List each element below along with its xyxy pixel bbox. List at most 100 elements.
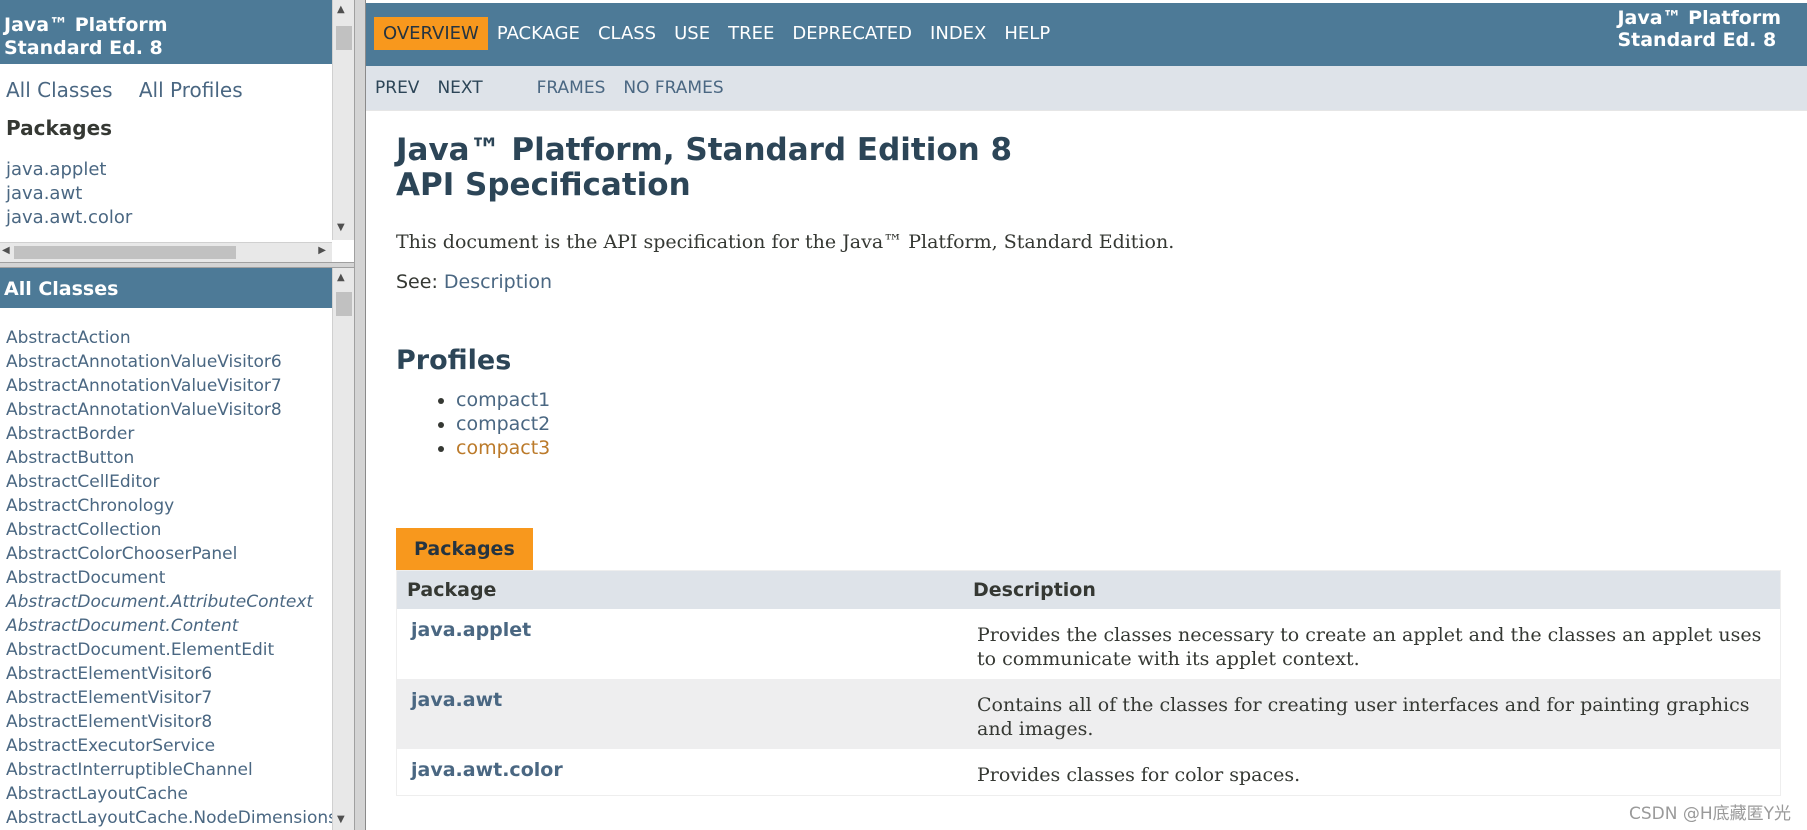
next-link: NEXT: [437, 78, 483, 98]
packages-table-caption: Packages: [396, 528, 533, 570]
profile-item: compact1: [456, 388, 1807, 412]
nav-item-class[interactable]: CLASS: [589, 17, 665, 50]
packages-table-body: java.applet Provides the classes necessar…: [396, 609, 1781, 796]
nav-item-package[interactable]: PACKAGE: [488, 17, 589, 50]
class-link[interactable]: AbstractDocument.ElementEdit: [6, 638, 348, 662]
page-title-line-1: Java™ Platform, Standard Edition 8: [396, 132, 1013, 168]
nav-item-use[interactable]: USE: [665, 17, 719, 50]
package-name-cell: java.applet: [397, 609, 964, 679]
class-link[interactable]: AbstractColorChooserPanel: [6, 542, 348, 566]
scroll-right-icon[interactable]: ▶: [318, 245, 326, 256]
package-name-cell: java.awt: [396, 679, 963, 749]
class-link[interactable]: AbstractElementVisitor6: [6, 662, 348, 686]
package-name-link[interactable]: java.awt.color: [411, 759, 563, 781]
class-link[interactable]: AbstractChronology: [6, 494, 348, 518]
main-content: Java™ Platform, Standard Edition 8 API S…: [366, 133, 1807, 796]
packages-vertical-scrollbar[interactable]: ▲ ▼: [332, 0, 354, 240]
packages-horizontal-scrollbar[interactable]: ◀ ▶: [0, 242, 332, 262]
package-name-cell: java.awt.color: [397, 749, 964, 796]
overview-frame: OVERVIEW PACKAGE CLASS USE TREE DEPRECATED IND…: [366, 0, 1807, 830]
packages-heading: Packages: [6, 116, 113, 140]
class-link[interactable]: AbstractLayoutCache.NodeDimensions: [6, 806, 348, 830]
class-link[interactable]: AbstractElementVisitor7: [6, 686, 348, 710]
package-name-link[interactable]: java.applet: [411, 619, 531, 641]
package-link[interactable]: java.applet: [6, 158, 348, 182]
package-name-link[interactable]: java.awt: [411, 689, 502, 711]
nav-item-tree[interactable]: TREE: [719, 17, 783, 50]
package-link[interactable]: java.awt: [6, 182, 348, 206]
table-header-row: Package Description: [396, 570, 1781, 609]
class-link[interactable]: AbstractDocument.AttributeContext: [6, 590, 348, 614]
watermark-text: CSDN @H底藏匿Y光: [1628, 804, 1791, 824]
scroll-thumb[interactable]: [336, 26, 352, 50]
class-link[interactable]: AbstractElementVisitor8: [6, 710, 348, 734]
profile-link[interactable]: compact2: [456, 413, 550, 435]
packages-list: java.applet java.awt java.awt.color: [0, 146, 354, 230]
left-brand-header: Java™ Platform Standard Ed. 8: [0, 0, 354, 64]
brand-line-1: Java™ Platform: [1617, 7, 1781, 29]
class-link[interactable]: AbstractDocument.Content: [6, 614, 348, 638]
all-classes-link[interactable]: All Classes: [6, 78, 113, 102]
profile-link[interactable]: compact1: [456, 389, 550, 411]
classes-vertical-scrollbar[interactable]: ▲ ▼: [332, 268, 354, 830]
scroll-left-icon[interactable]: ◀: [2, 245, 10, 256]
scroll-up-icon[interactable]: ▲: [337, 272, 345, 283]
package-column-header: Package: [396, 570, 963, 609]
frames-link[interactable]: FRAMES: [537, 78, 606, 98]
class-link[interactable]: AbstractAnnotationValueVisitor8: [6, 398, 348, 422]
description-link[interactable]: Description: [444, 271, 552, 293]
profile-link[interactable]: compact3: [456, 437, 550, 459]
profile-item: compact3: [456, 436, 1807, 460]
nav-item-overview: OVERVIEW: [374, 17, 488, 50]
table-row: java.awt.color Provides classes for color…: [397, 749, 1781, 796]
package-link[interactable]: java.awt.color: [6, 206, 348, 230]
page-description: This document is the API specification f…: [396, 231, 1175, 253]
scroll-down-icon[interactable]: ▼: [337, 814, 345, 825]
top-nav-list: OVERVIEW PACKAGE CLASS USE TREE DEPRECATED IND…: [374, 17, 1059, 50]
profiles-heading: Profiles: [396, 345, 512, 376]
class-link[interactable]: AbstractAnnotationValueVisitor7: [6, 374, 348, 398]
page-title-line-2: API Specification: [396, 167, 691, 203]
packages-table: Package Description java.applet Provides …: [396, 570, 1781, 796]
class-link[interactable]: AbstractButton: [6, 446, 348, 470]
scroll-up-icon[interactable]: ▲: [337, 4, 345, 15]
brand-line-2: Standard Ed. 8: [1617, 29, 1777, 51]
hscroll-thumb[interactable]: [14, 246, 236, 259]
brand-line-1: Java™ Platform: [4, 14, 168, 36]
class-link[interactable]: AbstractCellEditor: [6, 470, 348, 494]
package-description-cell: Provides the classes necessary to create…: [977, 624, 1762, 670]
class-link[interactable]: AbstractDocument: [6, 566, 348, 590]
nav-item-index[interactable]: INDEX: [921, 17, 995, 50]
scroll-down-icon[interactable]: ▼: [337, 222, 345, 233]
no-frames-link[interactable]: NO FRAMES: [623, 78, 723, 98]
sub-navbar: PREV NEXT FRAMES NO FRAMES: [366, 66, 1807, 111]
nav-item-help[interactable]: HELP: [995, 17, 1059, 50]
see-label: See:: [396, 271, 438, 293]
see-line: See: Description: [396, 271, 1807, 293]
top-brand: Java™ Platform Standard Ed. 8: [1617, 7, 1781, 51]
all-classes-header: All Classes: [0, 268, 354, 308]
page-title: Java™ Platform, Standard Edition 8 API S…: [396, 133, 1807, 203]
class-link[interactable]: AbstractLayoutCache: [6, 782, 348, 806]
package-description-cell: Provides classes for color spaces.: [977, 764, 1301, 786]
class-link[interactable]: AbstractCollection: [6, 518, 348, 542]
class-link[interactable]: AbstractAction: [6, 326, 348, 350]
classes-frame: All Classes AbstractAction AbstractAnnota…: [0, 268, 354, 830]
table-row: java.applet Provides the classes necessar…: [397, 609, 1781, 679]
top-navbar: OVERVIEW PACKAGE CLASS USE TREE DEPRECATED IND…: [366, 0, 1807, 66]
profile-item: compact2: [456, 412, 1807, 436]
prev-link: PREV: [375, 78, 420, 98]
nav-item-deprecated[interactable]: DEPRECATED: [783, 17, 921, 50]
all-profiles-link[interactable]: All Profiles: [139, 78, 243, 102]
class-link[interactable]: AbstractExecutorService: [6, 734, 348, 758]
description-column-header: Description: [963, 570, 1781, 609]
frame-splitter-vertical[interactable]: [354, 0, 366, 830]
class-link[interactable]: AbstractBorder: [6, 422, 348, 446]
index-links: All Classes All Profiles: [0, 64, 354, 102]
table-row: java.awt Contains all of the classes for …: [396, 679, 1781, 749]
class-link[interactable]: AbstractAnnotationValueVisitor6: [6, 350, 348, 374]
scroll-thumb[interactable]: [336, 292, 352, 316]
class-link[interactable]: AbstractInterruptibleChannel: [6, 758, 348, 782]
classes-list: AbstractAction AbstractAnnotationValueVis…: [0, 308, 354, 830]
profiles-list: compact1compact2compact3: [396, 388, 1807, 460]
